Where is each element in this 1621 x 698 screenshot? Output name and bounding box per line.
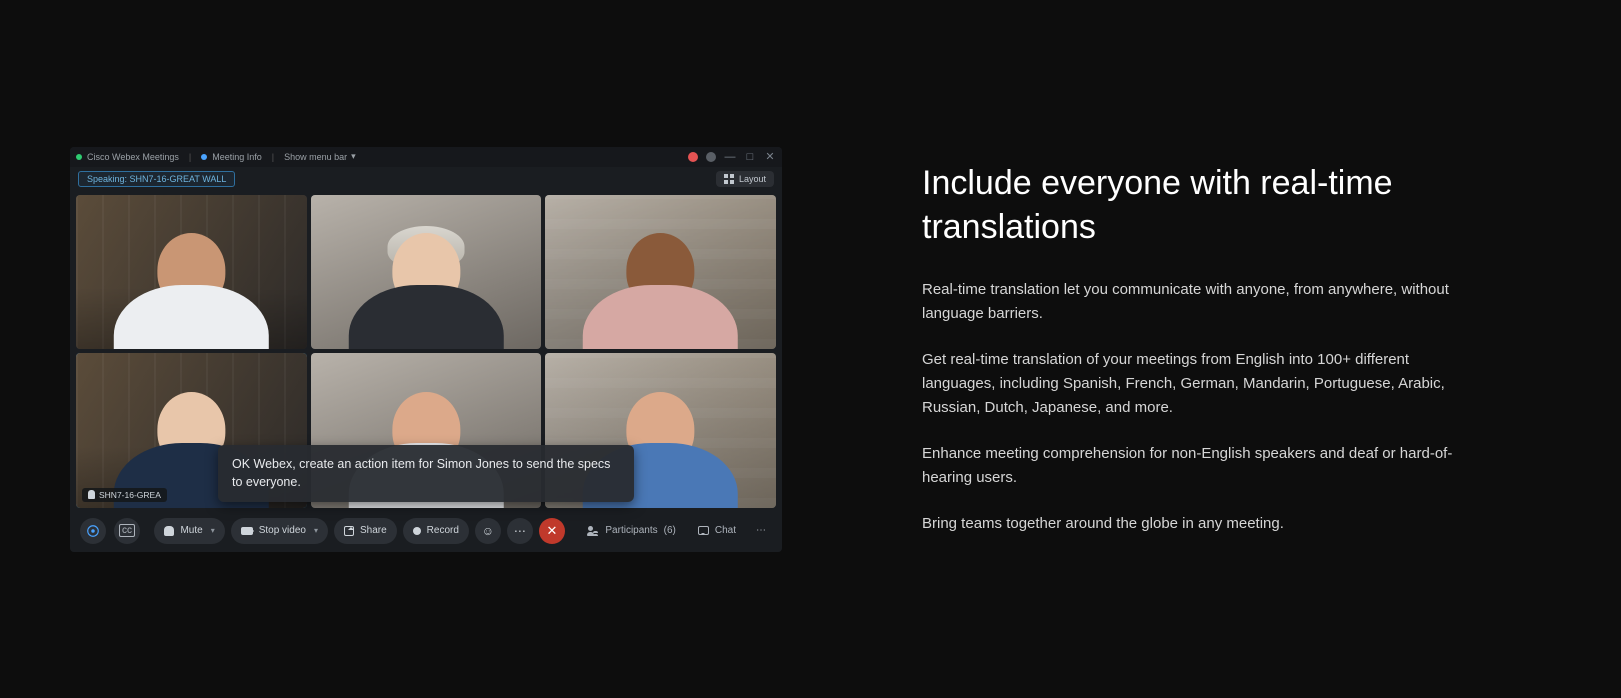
separator: | xyxy=(272,152,274,162)
reactions-button[interactable]: ☺ xyxy=(475,518,501,544)
ellipsis-icon: ⋯ xyxy=(756,525,766,536)
mic-icon xyxy=(88,490,95,499)
speaking-indicator: Speaking: SHN7-16-GREAT WALL xyxy=(78,171,235,187)
mic-icon xyxy=(164,526,174,536)
video-grid: SHN7-16-GREA OK Webex, create an action … xyxy=(70,191,782,510)
chevron-down-icon[interactable]: ▾ xyxy=(211,526,215,535)
ellipsis-icon: ⋯ xyxy=(514,524,526,538)
people-icon xyxy=(587,526,599,536)
speaking-prefix: Speaking: xyxy=(87,174,130,184)
participants-button[interactable]: Participants (6) xyxy=(579,518,683,544)
close-icon: ✕ xyxy=(546,523,557,539)
copy-paragraph-4: Bring teams together around the globe in… xyxy=(922,512,1462,536)
show-menu-bar-toggle[interactable]: Show menu bar ▾ xyxy=(284,151,356,162)
record-button[interactable]: Record xyxy=(403,518,469,544)
video-tile-2[interactable] xyxy=(311,195,542,350)
window-maximize-icon[interactable]: □ xyxy=(744,151,756,163)
smile-icon: ☺ xyxy=(482,524,494,538)
status-dot-icon xyxy=(76,154,82,160)
meeting-controls: cc Mute ▾ Stop video ▾ Share xyxy=(70,510,782,552)
app-title: Cisco Webex Meetings xyxy=(76,152,179,162)
layout-label: Layout xyxy=(739,174,766,184)
assistant-icon xyxy=(86,524,100,538)
chevron-down-icon[interactable]: ▾ xyxy=(314,526,318,535)
webex-meeting-window: Cisco Webex Meetings | Meeting Info | Sh… xyxy=(70,147,782,552)
window-controls: — □ ✕ xyxy=(688,150,776,163)
mute-button[interactable]: Mute ▾ xyxy=(154,518,224,544)
record-label: Record xyxy=(427,525,459,536)
share-label: Share xyxy=(360,525,387,536)
grid-icon xyxy=(724,174,734,184)
info-dot-icon xyxy=(201,154,207,160)
chat-label: Chat xyxy=(715,525,736,536)
webex-assistant-button[interactable] xyxy=(80,518,106,544)
app-title-text: Cisco Webex Meetings xyxy=(87,152,179,162)
chat-button[interactable]: Chat xyxy=(690,518,744,544)
video-tile-1[interactable] xyxy=(76,195,307,350)
more-options-button[interactable]: ⋯ xyxy=(507,518,533,544)
video-tile-3[interactable] xyxy=(545,195,776,350)
window-titlebar: Cisco Webex Meetings | Meeting Info | Sh… xyxy=(70,147,782,167)
share-button[interactable]: Share xyxy=(334,518,397,544)
stop-video-label: Stop video xyxy=(259,525,306,536)
window-dot-grey[interactable] xyxy=(706,152,716,162)
participants-label: Participants xyxy=(605,525,657,536)
copy-paragraph-3: Enhance meeting comprehension for non-En… xyxy=(922,442,1462,490)
mute-label: Mute xyxy=(180,525,202,536)
record-icon xyxy=(413,527,421,535)
camera-icon xyxy=(241,527,253,535)
marketing-copy: Include everyone with real-time translat… xyxy=(922,162,1462,535)
window-minimize-icon[interactable]: — xyxy=(724,151,736,163)
copy-paragraph-2: Get real-time translation of your meetin… xyxy=(922,348,1462,420)
show-menu-label: Show menu bar xyxy=(284,152,347,162)
panel-options-button[interactable]: ⋯ xyxy=(750,518,772,544)
chevron-down-icon: ▾ xyxy=(351,151,356,162)
layout-button[interactable]: Layout xyxy=(716,171,774,187)
participant-name-text: SHN7-16-GREA xyxy=(99,490,161,500)
meeting-info-label: Meeting Info xyxy=(212,152,262,162)
speaking-name: SHN7-16-GREAT WALL xyxy=(130,174,227,184)
chat-icon xyxy=(698,526,709,535)
share-icon xyxy=(344,526,354,536)
end-call-button[interactable]: ✕ xyxy=(539,518,565,544)
separator: | xyxy=(189,152,191,162)
meeting-info-link[interactable]: Meeting Info xyxy=(201,152,262,162)
copy-heading: Include everyone with real-time translat… xyxy=(922,162,1462,249)
window-close-icon[interactable]: ✕ xyxy=(764,150,776,163)
cc-icon: cc xyxy=(119,524,135,537)
caption-text: OK Webex, create an action item for Simo… xyxy=(232,457,610,489)
voice-command-caption: OK Webex, create an action item for Simo… xyxy=(218,445,634,501)
stop-video-button[interactable]: Stop video ▾ xyxy=(231,518,328,544)
closed-captions-button[interactable]: cc xyxy=(114,518,140,544)
window-dot-red[interactable] xyxy=(688,152,698,162)
meeting-subbar: Speaking: SHN7-16-GREAT WALL Layout xyxy=(70,167,782,191)
participant-name-tag: SHN7-16-GREA xyxy=(82,488,167,502)
participants-count: (6) xyxy=(664,525,676,536)
copy-paragraph-1: Real-time translation let you communicat… xyxy=(922,278,1462,326)
